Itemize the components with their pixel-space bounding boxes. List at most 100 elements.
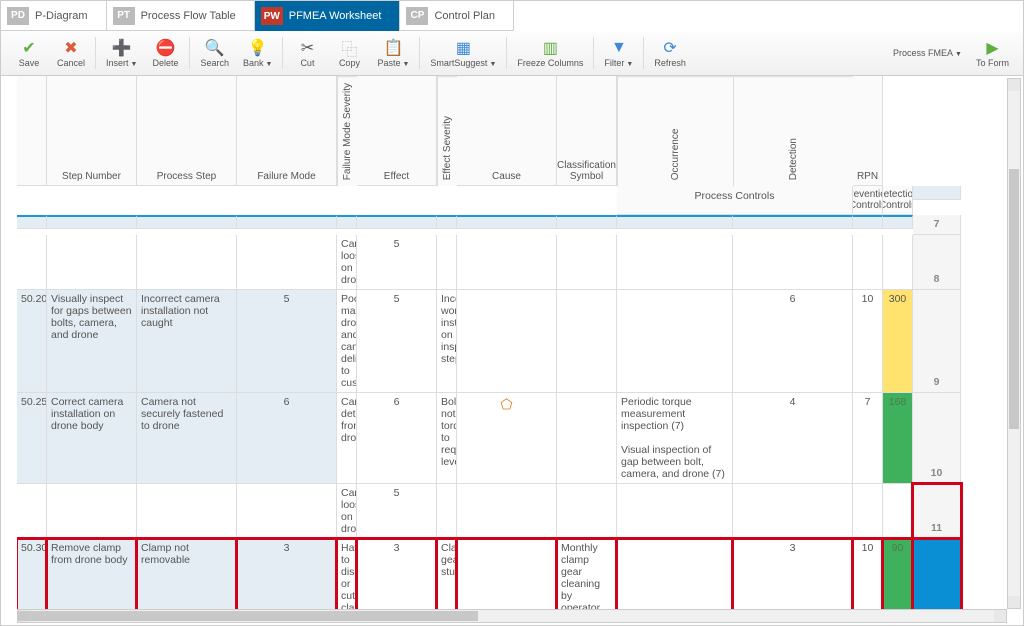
cell-failure-mode[interactable] bbox=[137, 484, 237, 539]
cell-process-step[interactable] bbox=[47, 235, 137, 290]
cell-rpn[interactable]: 300 bbox=[883, 290, 913, 393]
filter-button[interactable]: ▼Filter▼ bbox=[598, 37, 639, 70]
delete-button[interactable]: ⛔Delete bbox=[145, 37, 185, 70]
row-number[interactable]: 8 bbox=[913, 235, 961, 290]
cell-cause[interactable]: Bolt not torqued to required level bbox=[437, 393, 457, 484]
cell-fms[interactable]: 3 bbox=[237, 539, 337, 609]
col-rpn[interactable]: RPN bbox=[853, 76, 883, 186]
cell-cause[interactable] bbox=[437, 484, 457, 539]
col-effect[interactable]: Effect bbox=[357, 76, 437, 186]
col-detection[interactable]: Detection bbox=[733, 76, 853, 186]
cell-failure-mode[interactable]: Incorrect camera installation not caught bbox=[137, 290, 237, 393]
smartsuggest-button[interactable]: ▦SmartSuggest▼ bbox=[424, 37, 502, 70]
cell-process-step[interactable]: Correct camera installation on drone bod… bbox=[47, 393, 137, 484]
cell-effect[interactable]: Camera loose on drone bbox=[337, 235, 357, 290]
tab-pd[interactable]: PD P-Diagram bbox=[1, 1, 107, 31]
tab-pw[interactable]: PW PFMEA Worksheet bbox=[255, 1, 401, 31]
cell-es[interactable]: 3 bbox=[357, 539, 437, 609]
cell-occurrence[interactable] bbox=[733, 235, 853, 290]
cell-es[interactable]: 5 bbox=[357, 290, 437, 393]
cell-occurrence[interactable]: 3 bbox=[733, 539, 853, 609]
row-number[interactable]: 10 bbox=[913, 393, 961, 484]
cell-detection[interactable] bbox=[853, 235, 883, 290]
cell-cause[interactable]: Incomplete work instructions on inspecti… bbox=[437, 290, 457, 393]
col-step-number[interactable]: Step Number bbox=[47, 76, 137, 186]
col-fms[interactable]: Failure Mode Severity bbox=[337, 76, 357, 186]
cell-detection-controls[interactable] bbox=[617, 484, 733, 539]
cell-fms[interactable]: 6 bbox=[237, 393, 337, 484]
cell-class[interactable]: ⬠ bbox=[457, 393, 557, 484]
col-class[interactable]: Classification Symbol bbox=[557, 76, 617, 186]
tab-pt[interactable]: PT Process Flow Table bbox=[107, 1, 255, 31]
cell-cause[interactable]: Clamp gears stuck bbox=[437, 539, 457, 609]
bank-button[interactable]: 💡Bank▼ bbox=[237, 37, 278, 70]
cell-class[interactable] bbox=[457, 484, 557, 539]
cell-occurrence[interactable] bbox=[733, 484, 853, 539]
vertical-scrollbar[interactable] bbox=[1007, 78, 1021, 609]
cell-rpn[interactable] bbox=[883, 235, 913, 290]
cell-prevention[interactable]: Monthly clamp gear cleaning by operator bbox=[557, 539, 617, 609]
horizontal-scrollbar[interactable] bbox=[17, 609, 1007, 623]
col-detection-controls[interactable]: Detection Controls bbox=[883, 186, 913, 215]
save-button[interactable]: ✔Save bbox=[9, 37, 49, 70]
cell-rpn[interactable] bbox=[883, 484, 913, 539]
cell-class[interactable] bbox=[457, 539, 557, 609]
cell-prevention[interactable] bbox=[557, 484, 617, 539]
cell-rpn[interactable]: 168 bbox=[883, 393, 913, 484]
cell-detection-controls[interactable]: Periodic torque measurement inspection (… bbox=[617, 393, 733, 484]
cell-es[interactable]: 5 bbox=[357, 235, 437, 290]
cell-step-number[interactable]: 50.30 bbox=[17, 539, 47, 609]
cell-es[interactable]: 6 bbox=[357, 393, 437, 484]
tab-cp[interactable]: CP Control Plan bbox=[400, 1, 514, 31]
cell-occurrence[interactable]: 4 bbox=[733, 393, 853, 484]
cell-process-step[interactable] bbox=[47, 484, 137, 539]
cell-detection[interactable]: 10 bbox=[853, 290, 883, 393]
cell-fms[interactable] bbox=[237, 484, 337, 539]
cell-effect[interactable]: Have to disassemble or cut clamp to remo… bbox=[337, 539, 357, 609]
cancel-button[interactable]: ✖Cancel bbox=[51, 37, 91, 70]
cell-occurrence[interactable]: 6 bbox=[733, 290, 853, 393]
cell-rpn[interactable]: 90 bbox=[883, 539, 913, 609]
cell-prevention[interactable] bbox=[557, 235, 617, 290]
cell-failure-mode[interactable]: Camera not securely fastened to drone bbox=[137, 393, 237, 484]
cell-step-number[interactable] bbox=[17, 235, 47, 290]
row-number[interactable]: 11 bbox=[913, 484, 961, 539]
col-failure-mode[interactable]: Failure Mode bbox=[237, 76, 337, 186]
to-form-button[interactable]: ▶To Form bbox=[970, 37, 1015, 70]
cell-class[interactable] bbox=[457, 290, 557, 393]
search-button[interactable]: 🔍Search bbox=[194, 37, 235, 70]
col-prevention[interactable]: Prevention Controls bbox=[853, 186, 883, 215]
cell-failure-mode[interactable]: Clamp not removable bbox=[137, 539, 237, 609]
col-es[interactable]: Effect Severity bbox=[437, 76, 457, 186]
paste-button[interactable]: 📋Paste▼ bbox=[371, 37, 415, 70]
cell-detection[interactable]: 10 bbox=[853, 539, 883, 609]
freeze-button[interactable]: ▥Freeze Columns bbox=[511, 37, 589, 70]
process-fmea-button[interactable]: Process FMEA▼ bbox=[887, 46, 968, 60]
cell-failure-mode[interactable] bbox=[137, 235, 237, 290]
cut-button[interactable]: ✂Cut bbox=[287, 37, 327, 70]
insert-button[interactable]: ➕Insert▼ bbox=[100, 37, 143, 70]
cell-class[interactable] bbox=[457, 235, 557, 290]
cell-detection-controls[interactable] bbox=[617, 539, 733, 609]
cell-process-step[interactable]: Visually inspect for gaps between bolts,… bbox=[47, 290, 137, 393]
cell-detection-controls[interactable] bbox=[617, 290, 733, 393]
cell-detection-controls[interactable] bbox=[617, 235, 733, 290]
col-cause[interactable]: Cause bbox=[457, 76, 557, 186]
cell-detection[interactable] bbox=[853, 484, 883, 539]
cell-fms[interactable]: 5 bbox=[237, 290, 337, 393]
col-process-step[interactable]: Process Step bbox=[137, 76, 237, 186]
cell-prevention[interactable] bbox=[557, 290, 617, 393]
cell-effect[interactable]: Poorly manufactured drone and camera del… bbox=[337, 290, 357, 393]
row-number[interactable]: 9 bbox=[913, 290, 961, 393]
row-number[interactable]: 7 bbox=[913, 215, 961, 235]
copy-button[interactable]: ⿻Copy bbox=[329, 37, 369, 70]
cell-step-number[interactable]: 50.25 bbox=[17, 393, 47, 484]
cell-effect[interactable]: Camera loose on drone bbox=[337, 484, 357, 539]
cell-prevention[interactable] bbox=[557, 393, 617, 484]
cell-process-step[interactable]: Remove clamp from drone body bbox=[47, 539, 137, 609]
row-number[interactable]: 12 bbox=[913, 539, 961, 609]
refresh-button[interactable]: ⟳Refresh bbox=[648, 37, 692, 70]
cell-cause[interactable] bbox=[437, 235, 457, 290]
cell-detection[interactable]: 7 bbox=[853, 393, 883, 484]
col-occurrence[interactable]: Occurrence bbox=[617, 76, 733, 186]
